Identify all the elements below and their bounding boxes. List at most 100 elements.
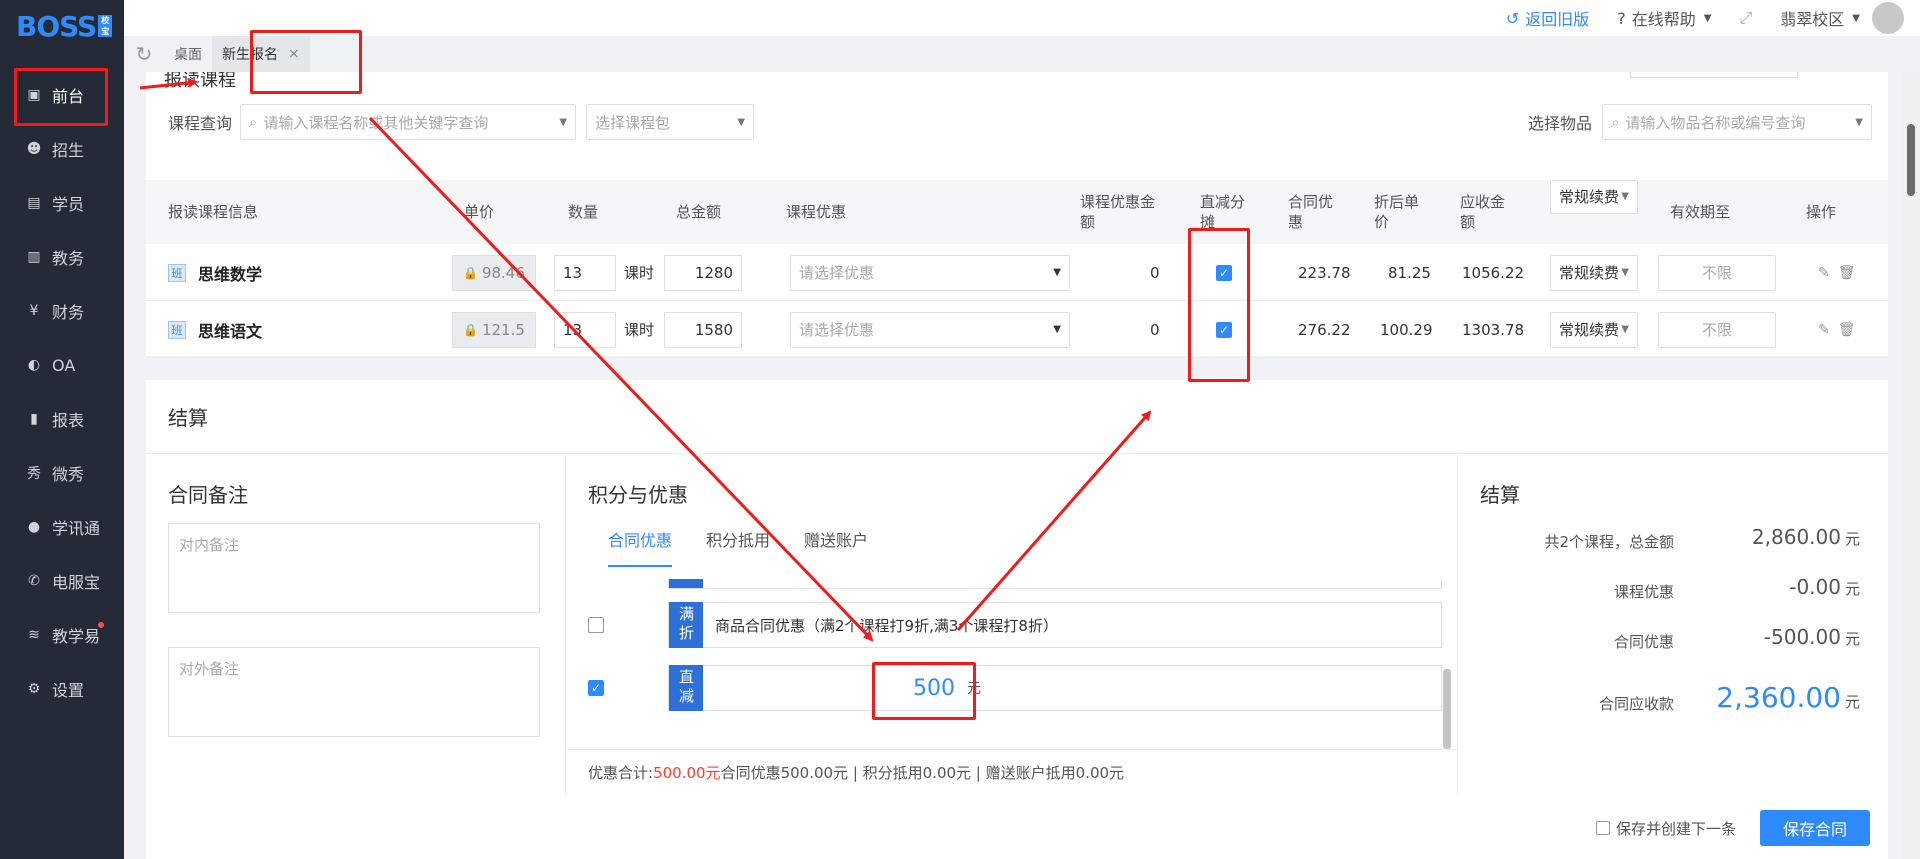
course-query-label: 课程查询 — [168, 114, 233, 133]
save-and-new-label: 保存并创建下一条 — [1615, 819, 1736, 838]
bar-chart-icon: ▮ — [30, 411, 38, 427]
discount-select[interactable]: 请选择优惠 ▼ — [790, 311, 1070, 348]
boss-logo[interactable]: BOSS 校宝 — [0, 0, 124, 52]
qty-input[interactable]: 13 — [554, 311, 616, 348]
total-value: 1280 — [694, 263, 733, 282]
col-ops: 操作 — [1806, 203, 1837, 221]
sidebar-item-dianfubao[interactable]: ✆ 电服宝 — [0, 554, 124, 608]
edit-icon[interactable]: ✎ — [1818, 265, 1830, 281]
tab-points-deduct[interactable]: 积分抵用 — [706, 527, 770, 567]
online-help-menu[interactable]: ? 在线帮助 ▼ — [1617, 6, 1711, 30]
search-icon: ⌕ — [1611, 113, 1620, 131]
top-bar: ↺ 返回旧版 ? 在线帮助 ▼ ⤢ 翡翠校区 ▼ — [124, 0, 1920, 36]
total-value: 2,860.00 元 — [1752, 525, 1860, 549]
unit-label: 课时 — [624, 264, 655, 282]
type-select[interactable]: 常规续费 ▼ — [1550, 254, 1638, 291]
sidebar-item-label: 报表 — [52, 411, 85, 430]
edit-icon[interactable]: ✎ — [1818, 322, 1830, 338]
after-price-value: 81.25 — [1388, 263, 1431, 282]
teach-icon: ≋ — [28, 627, 40, 643]
discount-placeholder: 请选择优惠 — [799, 264, 875, 282]
col-price: 单价 — [464, 203, 495, 221]
col-discount: 课程优惠 — [786, 203, 847, 221]
offers-scrollbar[interactable] — [1443, 669, 1451, 749]
total-input[interactable]: 1280 — [664, 254, 742, 291]
sidebar-item-oa[interactable]: ◐ OA — [0, 338, 124, 392]
save-contract-button[interactable]: 保存合同 — [1760, 810, 1870, 846]
tab-gift-account[interactable]: 赠送账户 — [804, 527, 868, 567]
goods-search-input[interactable]: ⌕ 请输入物品名称或编号查询 ▼ — [1602, 104, 1872, 140]
course-discount-label: 课程优惠 — [1613, 583, 1674, 601]
campus-menu[interactable]: 翡翠校区 ▼ — [1780, 6, 1860, 30]
sidebar-item-label: 学讯通 — [52, 519, 101, 538]
lock-icon: 🔒 — [463, 322, 478, 337]
sidebar-item-enroll[interactable]: ☻ 招生 — [0, 122, 124, 176]
course-discount-value: -0.00 元 — [1789, 575, 1860, 599]
back-old-version-link[interactable]: ↺ 返回旧版 — [1506, 6, 1589, 30]
contract-value: 276.22 — [1298, 320, 1351, 339]
page-scrollbar-thumb[interactable] — [1907, 124, 1915, 196]
external-remark-placeholder: 对外备注 — [179, 660, 240, 678]
notification-dot — [98, 622, 104, 628]
sidebar-item-label: OA — [52, 355, 76, 375]
internal-remark-input[interactable]: 对内备注 — [168, 523, 540, 613]
sidebar-item-xuexuntong[interactable]: ● 学讯通 — [0, 500, 124, 554]
discount-amount: 0 — [1150, 263, 1160, 282]
course-search-input[interactable]: ⌕ 请输入课程名称或其他关键字查询 ▼ — [240, 104, 577, 140]
contract-discount-label: 合同优惠 — [1613, 633, 1674, 651]
col-contract: 合同优惠 — [1288, 193, 1334, 231]
search-icon: ⌕ — [249, 113, 258, 131]
course-package-select[interactable]: 选择课程包 ▼ — [586, 104, 755, 140]
goods-label: 选择物品 — [1527, 114, 1592, 133]
tab-contract-discount[interactable]: 合同优惠 — [608, 527, 673, 567]
sidebar-item-reports[interactable]: ▮ 报表 — [0, 392, 124, 446]
offer-text: 商品合同优惠（满2个课程打9折,满3个课程打8折） — [715, 616, 1058, 635]
valid-until-input[interactable]: 不限 — [1658, 311, 1776, 348]
avatar[interactable] — [1872, 2, 1904, 34]
type-select[interactable]: 常规续费 ▼ — [1550, 180, 1638, 214]
sidebar-item-academic[interactable]: ▥ 教务 — [0, 230, 124, 284]
trash-icon[interactable]: 🗑 — [1838, 265, 1856, 281]
offer-box[interactable]: 满折 商品合同优惠（满2个课程打9折,满3个课程打8折） — [668, 602, 1442, 648]
user-add-icon: ☻ — [26, 141, 42, 157]
offer-checkbox[interactable]: ✓ — [588, 680, 604, 696]
course-discount-amount: -0.00 — [1789, 575, 1841, 599]
offer-checkbox[interactable] — [588, 617, 604, 633]
col-qty: 数量 — [568, 203, 599, 221]
after-price-value: 100.29 — [1380, 320, 1433, 339]
sidebar-item-settings[interactable]: ⚙ 设置 — [0, 662, 124, 716]
refresh-icon[interactable]: ↻ — [124, 42, 164, 66]
caret-down-icon: ▼ — [1053, 267, 1061, 278]
col-after-price: 折后单价 — [1374, 193, 1420, 231]
col-info: 报读课程信息 — [168, 203, 259, 221]
main-content: 报读课程 课程查询 ⌕ 请输入课程名称或其他关键字查询 ▼ 选择课程包 ▼ 选择… — [124, 72, 1920, 859]
offer-tag: 满折 — [669, 602, 703, 648]
col-receivable: 应收金额 — [1460, 193, 1506, 231]
trash-icon[interactable]: 🗑 — [1838, 322, 1856, 338]
tab-desktop[interactable]: 桌面 — [164, 36, 212, 72]
campus-label: 翡翠校区 — [1780, 10, 1845, 29]
sidebar-item-jiaoxueyi[interactable]: ≋ 教学易 — [0, 608, 124, 662]
discount-select[interactable]: 请选择优惠 ▼ — [790, 254, 1070, 291]
save-and-new-checkbox[interactable] — [1595, 821, 1610, 835]
caret-down-icon: ▼ — [1703, 12, 1712, 24]
page-scrollbar[interactable] — [1902, 72, 1920, 859]
points-title: 积分与优惠 — [588, 483, 688, 507]
total-row: 共2个课程，总金额 2,860.00 元 — [1458, 525, 1888, 555]
valid-until-input[interactable]: 不限 — [1658, 254, 1776, 291]
type-select[interactable]: 常规续费 ▼ — [1550, 311, 1638, 348]
qty-input[interactable]: 13 — [554, 254, 616, 291]
sidebar-item-students[interactable]: ▤ 学员 — [0, 176, 124, 230]
id-card-icon: ▤ — [27, 195, 41, 211]
fullscreen-button[interactable]: ⤢ — [1739, 8, 1752, 28]
summary-amount: 500.00元 — [653, 764, 721, 782]
result-title: 结算 — [1480, 483, 1520, 507]
total-input[interactable]: 1580 — [664, 311, 742, 348]
sidebar-item-finance[interactable]: ¥ 财务 — [0, 284, 124, 338]
external-remark-input[interactable]: 对外备注 — [168, 647, 540, 737]
receivable-row: 合同应收款 2,360.00 元 — [1458, 681, 1888, 715]
caret-down-icon: ▼ — [1053, 324, 1061, 335]
sidebar-item-label: 设置 — [52, 681, 85, 700]
contract-value: 223.78 — [1298, 263, 1351, 282]
sidebar-item-weixiu[interactable]: 秀微秀 — [0, 446, 124, 500]
